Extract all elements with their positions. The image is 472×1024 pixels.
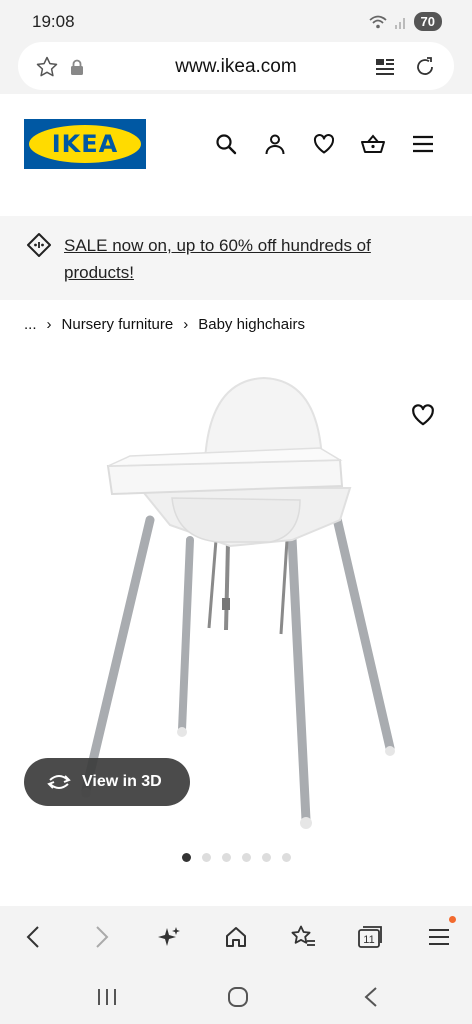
bookmarks-icon[interactable] [288,922,318,952]
notification-dot [449,916,456,923]
breadcrumb-separator: › [46,316,52,333]
battery-indicator: 70 [413,12,442,31]
gallery-dot[interactable] [262,853,271,862]
gallery-dot[interactable] [222,853,231,862]
system-back-icon[interactable] [358,984,384,1010]
sale-link[interactable]: SALE now on, up to 60% off hundreds of p… [64,232,444,286]
search-icon[interactable] [212,130,240,158]
status-bar: 19:08 70 [0,0,472,40]
basket-icon[interactable] [359,130,387,158]
view-in-3d-button[interactable]: View in 3D [24,758,190,806]
back-icon[interactable] [18,922,48,952]
gallery-dot[interactable] [282,853,291,862]
user-icon[interactable] [261,130,289,158]
view-in-3d-label: View in 3D [82,773,162,790]
menu-icon[interactable] [409,130,437,158]
logo-oval: IKEA [29,125,141,163]
home-icon[interactable] [221,922,251,952]
ikea-logo[interactable]: IKEA [24,119,146,169]
reload-icon[interactable] [412,54,438,80]
forward-icon[interactable] [87,922,117,952]
browser-address-area: www.ikea.com [0,40,472,94]
gallery-dot[interactable] [182,853,191,862]
heart-icon[interactable] [310,130,338,158]
site-header: IKEA [0,94,472,216]
signal-icon [394,17,405,29]
sparkle-icon[interactable] [154,922,184,952]
status-icons: 70 [368,12,442,31]
reader-icon[interactable] [372,54,398,80]
breadcrumb-separator: › [183,316,189,333]
recent-apps-icon[interactable] [94,984,120,1010]
tabs-count: 11 [363,934,374,946]
menu-icon[interactable] [424,922,454,952]
address-bar[interactable]: www.ikea.com [18,42,454,90]
rotate-3d-icon [47,775,71,789]
wifi-icon [368,15,387,28]
system-navigation-bar [0,968,472,1024]
home-button-icon[interactable] [225,984,251,1010]
gallery-dots [182,853,291,862]
status-time: 19:08 [32,12,75,31]
gallery-dot[interactable] [202,853,211,862]
sale-tag-icon [26,232,52,263]
logo-text: IKEA [51,130,119,158]
sale-banner: SALE now on, up to 60% off hundreds of p… [0,216,472,300]
tabs-icon[interactable]: 11 [355,922,385,952]
breadcrumb-ellipsis[interactable]: ... [24,316,37,333]
add-to-favourites-icon[interactable] [410,402,436,428]
breadcrumb: ... › Nursery furniture › Baby highchair… [24,316,305,333]
gallery-dot[interactable] [242,853,251,862]
browser-toolbar: 11 [0,906,472,968]
breadcrumb-baby-highchairs[interactable]: Baby highchairs [198,316,305,333]
breadcrumb-nursery-furniture[interactable]: Nursery furniture [62,316,174,333]
